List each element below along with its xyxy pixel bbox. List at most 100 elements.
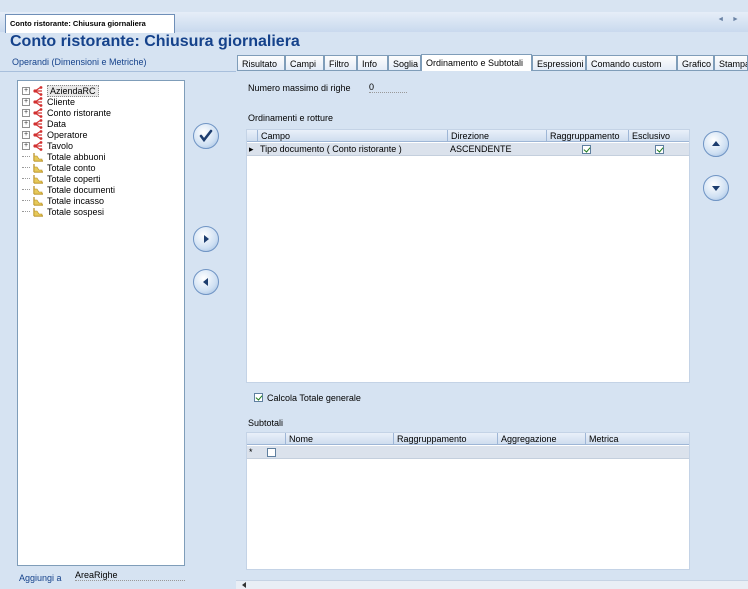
tree-connector bbox=[22, 189, 30, 190]
tree-item-label: Cliente bbox=[47, 96, 76, 107]
add-to-select[interactable]: AreaRighe bbox=[75, 570, 185, 581]
move-down-button[interactable] bbox=[703, 175, 729, 201]
new-row-checkbox[interactable] bbox=[267, 448, 276, 461]
left-divider bbox=[0, 71, 236, 72]
tree-item-label: Totale abbuoni bbox=[47, 151, 106, 162]
grand-total-checkbox[interactable] bbox=[254, 393, 263, 404]
grand-total-label: Calcola Totale generale bbox=[267, 393, 361, 403]
tree-item[interactable]: + Tavolo bbox=[22, 140, 73, 151]
tab-filtro[interactable]: Filtro bbox=[324, 55, 357, 71]
metric-icon bbox=[33, 185, 43, 195]
tree-item[interactable]: Totale abbuoni bbox=[22, 151, 106, 162]
tab-soglia[interactable]: Soglia bbox=[388, 55, 421, 71]
cell-campo[interactable]: Tipo documento ( Conto ristorante ) bbox=[257, 143, 447, 156]
tree-item[interactable]: + Cliente bbox=[22, 96, 75, 107]
dimension-icon bbox=[33, 118, 43, 129]
dimension-icon bbox=[33, 96, 43, 107]
tab-espressioni[interactable]: Espressioni bbox=[532, 55, 586, 71]
tree-item[interactable]: Totale coperti bbox=[22, 173, 101, 184]
arrow-up-icon bbox=[712, 141, 720, 146]
confirm-button[interactable] bbox=[193, 123, 219, 149]
tree-item-label: Tavolo bbox=[47, 140, 74, 151]
tree-connector bbox=[22, 211, 30, 212]
cell-esclusivo-checkbox[interactable] bbox=[655, 145, 664, 158]
tree-item[interactable]: + Operatore bbox=[22, 129, 88, 140]
expand-icon[interactable]: + bbox=[22, 130, 30, 139]
add-to-label: Aggiungi a bbox=[19, 573, 62, 583]
column-header-raggruppamento[interactable]: Raggruppamento bbox=[393, 433, 497, 445]
expand-icon[interactable]: + bbox=[22, 86, 30, 95]
expand-icon[interactable]: + bbox=[22, 119, 30, 128]
dimension-icon bbox=[33, 129, 43, 140]
document-tab-nav[interactable]: ◄ ► bbox=[717, 16, 742, 23]
dimension-icon bbox=[33, 107, 43, 118]
tree-item[interactable]: + AziendaRC bbox=[22, 84, 99, 97]
column-header-campo[interactable]: Campo bbox=[257, 130, 447, 142]
move-up-button[interactable] bbox=[703, 131, 729, 157]
expand-icon[interactable]: + bbox=[22, 141, 30, 150]
expand-icon[interactable]: + bbox=[22, 97, 30, 106]
metric-icon bbox=[33, 207, 43, 217]
table-row[interactable]: ▸ Tipo documento ( Conto ristorante ) AS… bbox=[247, 143, 689, 156]
page-title: Conto ristorante: Chiusura giornaliera bbox=[10, 33, 300, 50]
tree-item[interactable]: Totale conto bbox=[22, 162, 96, 173]
tree-item[interactable]: + Data bbox=[22, 118, 66, 129]
subtotals-grid-header: Nome Raggruppamento Aggregazione Metrica bbox=[247, 433, 689, 445]
tree-item[interactable]: Totale documenti bbox=[22, 184, 115, 195]
metric-icon bbox=[33, 152, 43, 162]
new-row-marker: * bbox=[249, 447, 253, 457]
ordering-section-label: Ordinamenti e rotture bbox=[248, 113, 334, 123]
operands-tree[interactable]: + AziendaRC + Cliente + Conto ristorante + Data… bbox=[17, 80, 185, 566]
subtotals-grid[interactable]: Nome Raggruppamento Aggregazione Metrica… bbox=[246, 432, 690, 570]
max-rows-label: Numero massimo di righe bbox=[248, 83, 351, 93]
tab-comando-custom[interactable]: Comando custom bbox=[586, 55, 677, 71]
tree-item[interactable]: Totale sospesi bbox=[22, 206, 104, 217]
arrow-down-icon bbox=[712, 186, 720, 191]
column-header-blank bbox=[257, 433, 285, 445]
tree-connector bbox=[22, 167, 30, 168]
tree-item-label: AziendaRC bbox=[47, 84, 99, 97]
expand-icon[interactable]: + bbox=[22, 108, 30, 117]
arrow-left-icon bbox=[203, 278, 208, 286]
remove-from-area-button[interactable] bbox=[193, 269, 219, 295]
tab-ordinamento-e-subtotali[interactable]: Ordinamento e Subtotali bbox=[421, 54, 532, 72]
tab-risultato[interactable]: Risultato bbox=[237, 55, 285, 71]
metric-icon bbox=[33, 174, 43, 184]
tree-item[interactable]: Totale incasso bbox=[22, 195, 104, 206]
tree-item-label: Data bbox=[47, 118, 67, 129]
column-header-raggruppamento[interactable]: Raggruppamento bbox=[546, 130, 628, 142]
tree-item-label: Totale documenti bbox=[47, 184, 116, 195]
dimension-icon bbox=[33, 140, 43, 151]
ordering-grid[interactable]: Campo Direzione Raggruppamento Esclusivo… bbox=[246, 129, 690, 383]
document-tab-bar: Conto ristorante: Chiusura giornaliera ◄… bbox=[0, 0, 748, 33]
tab-grafico[interactable]: Grafico bbox=[677, 55, 714, 71]
new-row[interactable]: * bbox=[247, 446, 689, 459]
column-header-metrica[interactable]: Metrica bbox=[585, 433, 690, 445]
operands-header: Operandi (Dimensioni e Metriche) bbox=[12, 57, 147, 67]
document-tab[interactable]: Conto ristorante: Chiusura giornaliera bbox=[5, 14, 175, 33]
tree-item[interactable]: + Conto ristorante bbox=[22, 107, 111, 118]
tab-bar: Risultato Campi Filtro Info Soglia Ordinament… bbox=[236, 54, 748, 72]
max-rows-value: 0 bbox=[369, 82, 375, 92]
column-header-direzione[interactable]: Direzione bbox=[447, 130, 546, 142]
dimension-icon bbox=[33, 85, 43, 96]
tree-connector bbox=[22, 178, 30, 179]
ordering-grid-header: Campo Direzione Raggruppamento Esclusivo bbox=[247, 130, 689, 142]
scroll-left-icon[interactable] bbox=[240, 581, 248, 589]
column-header-nome[interactable]: Nome bbox=[285, 433, 393, 445]
tab-info[interactable]: Info bbox=[357, 55, 388, 71]
column-header-aggregazione[interactable]: Aggregazione bbox=[497, 433, 585, 445]
add-to-area-button[interactable] bbox=[193, 226, 219, 252]
row-selector-icon: ▸ bbox=[249, 144, 254, 154]
cell-direzione[interactable]: ASCENDENTE bbox=[447, 143, 546, 156]
max-rows-input[interactable]: 0 bbox=[369, 82, 407, 93]
tree-connector bbox=[22, 200, 30, 201]
arrow-right-icon bbox=[204, 235, 209, 243]
column-header-esclusivo[interactable]: Esclusivo bbox=[628, 130, 690, 142]
cell-raggruppamento-checkbox[interactable] bbox=[582, 145, 591, 158]
tab-campi[interactable]: Campi bbox=[285, 55, 324, 71]
horizontal-scrollbar[interactable] bbox=[236, 580, 748, 589]
tab-stampa[interactable]: Stampa bbox=[714, 55, 748, 71]
metric-icon bbox=[33, 196, 43, 206]
tree-item-label: Totale conto bbox=[47, 162, 96, 173]
